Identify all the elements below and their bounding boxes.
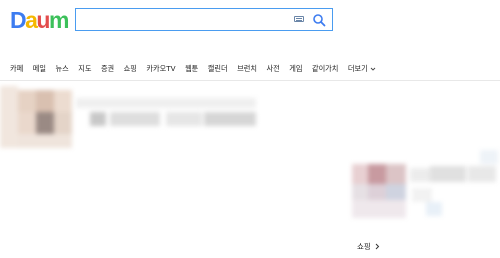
keyboard-icon[interactable] — [294, 16, 304, 22]
search-input[interactable] — [75, 8, 333, 31]
header-divider — [0, 80, 500, 81]
search-icon[interactable] — [312, 13, 326, 27]
daum-logo[interactable]: D a u m — [10, 7, 69, 33]
nav-more-button[interactable]: 더보기 — [348, 64, 376, 74]
nav-item-news[interactable]: 뉴스 — [55, 64, 68, 74]
logo-letter-d: D — [10, 7, 27, 33]
nav-item-game[interactable]: 게임 — [289, 64, 302, 74]
nav-item-stock[interactable]: 증권 — [101, 64, 114, 74]
nav-more-label: 더보기 — [347, 64, 368, 73]
service-nav: 카페 메일 뉴스 지도 증권 쇼핑 카카오TV 웹툰 캘린더 브런치 사전 게임… — [10, 64, 385, 74]
nav-item-shopping[interactable]: 쇼핑 — [124, 64, 137, 74]
nav-item-dictionary[interactable]: 사전 — [266, 64, 279, 74]
nav-item-together[interactable]: 같이가치 — [312, 64, 338, 74]
nav-item-map[interactable]: 지도 — [78, 64, 91, 74]
blurred-side-banner — [348, 150, 500, 224]
nav-item-brunch[interactable]: 브런치 — [237, 64, 257, 74]
logo-letter-a: a — [25, 7, 38, 33]
logo-letter-u: u — [36, 7, 50, 33]
shopping-link[interactable]: 쇼핑 — [357, 241, 380, 252]
daum-homepage: D a u m 카페 메일 뉴스 지도 증권 쇼핑 카카오TV 웹툰 캘린더 브… — [0, 0, 500, 258]
nav-item-calendar[interactable]: 캘린더 — [208, 64, 228, 74]
chevron-down-icon — [370, 67, 376, 71]
logo-letter-m: m — [48, 7, 69, 33]
blurred-banner-image — [0, 86, 74, 148]
nav-item-kakaotv[interactable]: 카카오TV — [146, 64, 175, 74]
nav-item-mail[interactable]: 메일 — [33, 64, 46, 74]
nav-item-cafe[interactable]: 카페 — [10, 64, 23, 74]
shopping-label: 쇼핑 — [357, 242, 371, 251]
blurred-banner-text — [76, 96, 260, 136]
nav-item-webtoon[interactable]: 웹툰 — [185, 64, 198, 74]
chevron-right-icon — [375, 243, 380, 250]
